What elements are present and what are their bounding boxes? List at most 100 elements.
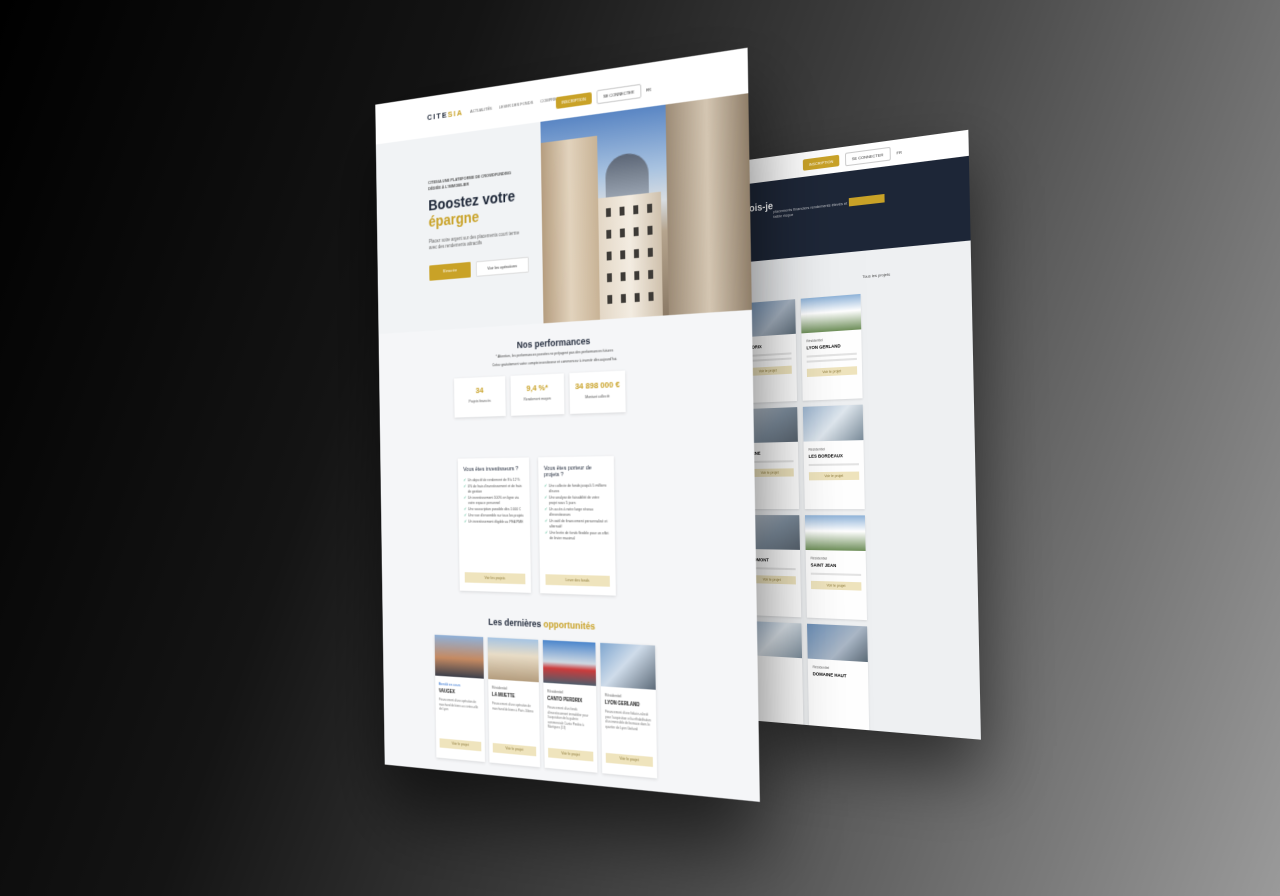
project-card[interactable]: Résidentiel DOMAINE HAUT	[807, 623, 870, 732]
view-project-button[interactable]: Voir le projet	[808, 471, 860, 481]
mockup-stage: INSCRIPTION SE CONNECTER FR dois-je plac…	[0, 0, 1280, 896]
list-item: ✓ Un objectif de rendement de 8 à 12 %	[463, 478, 524, 484]
project-image	[487, 637, 539, 683]
building-window	[647, 247, 653, 258]
back-login-button[interactable]: SE CONNECTER	[844, 146, 891, 166]
building-window	[633, 205, 639, 215]
building-window	[648, 291, 654, 302]
project-description: Financement d'une fiducie-sûreté pour l'…	[605, 709, 651, 731]
project-name: LES BORDEAUX	[808, 453, 843, 459]
back-project-grid: PERDRIX Voir le projet Résidentiel LYON GE…	[742, 270, 981, 740]
nav-link-lever-des-fonds[interactable]: LEVER DES FONDS	[499, 99, 533, 109]
building-window	[647, 225, 653, 235]
project-image	[807, 623, 868, 663]
list-item-text: Un investissement 100% en ligne via votr…	[467, 495, 519, 506]
language-selector[interactable]: FR	[646, 87, 651, 93]
hero-buttons: S'inscrire Voir les opérations	[429, 255, 542, 281]
nav-link-actualites[interactable]: ACTUALITÉS	[470, 105, 492, 113]
back-page-screenshot: INSCRIPTION SE CONNECTER FR dois-je plac…	[742, 129, 981, 740]
front-page-screenshot: CITESIA ACTUALITÉS LEVER DES FONDS COMPR…	[375, 47, 760, 802]
stat-value: 34	[475, 385, 484, 396]
stat-label: Projets financés	[468, 398, 491, 404]
list-item-text: Un objectif de rendement de 8 à 12 %	[467, 477, 520, 483]
check-icon: ✓	[544, 483, 547, 489]
check-icon: ✓	[463, 519, 467, 524]
building-left	[540, 135, 600, 324]
building-window	[620, 272, 626, 282]
building-window	[633, 227, 639, 237]
project-card[interactable]: Résidentiel LYON GERLAND Voir le projet	[800, 293, 863, 401]
check-icon: ✓	[463, 513, 467, 518]
back-register-button[interactable]: INSCRIPTION	[802, 154, 840, 171]
building-window	[647, 203, 653, 213]
view-project-button[interactable]: Voir le projet	[439, 738, 482, 752]
hero-title: Boostez votre épargne	[428, 185, 542, 231]
opportunity-card[interactable]: Résidentiel LA MUETTE Financement d'une op…	[487, 637, 541, 768]
list-item-text: Un investissement éligible au PEA PME	[468, 519, 524, 525]
check-icon: ✓	[544, 507, 548, 512]
project-image	[542, 640, 597, 686]
building-dome	[605, 151, 649, 200]
view-project-button[interactable]: Voir le projet	[810, 580, 862, 591]
view-project-button[interactable]: Voir le projet	[605, 752, 653, 767]
text-line	[810, 572, 862, 576]
check-icon: ✓	[544, 518, 548, 524]
project-image	[600, 642, 656, 690]
nav-actions: INSCRIPTION SE CONNECTER FR	[555, 82, 651, 110]
building-center	[598, 191, 663, 320]
list-item: ✓ Un outil de financement personnalisé et…	[545, 519, 609, 530]
project-card[interactable]: Résidentiel SAINT JEAN Voir le projet	[804, 515, 867, 621]
investors-box: Vous êtes investisseurs ? ✓ Un objectif d…	[457, 457, 532, 593]
stat-label: Montant collecté	[585, 394, 610, 400]
list-item-text: Un accès à notre large réseau d'investis…	[548, 507, 594, 517]
see-operations-button[interactable]: Voir les opérations	[475, 256, 529, 277]
login-button[interactable]: SE CONNECTER	[596, 83, 642, 105]
signup-button[interactable]: S'inscrire	[429, 261, 471, 281]
register-button[interactable]: INSCRIPTION	[555, 92, 592, 110]
building-window	[607, 294, 613, 304]
building-window	[619, 206, 625, 216]
building-window	[620, 250, 626, 260]
stat-label: Rendement moyen	[523, 396, 551, 402]
list-item: ✓ Une vue d'ensemble sur tous les projets	[464, 513, 525, 518]
opportunity-card[interactable]: Bientôt en cours VAUGEX Financement d'une …	[434, 634, 486, 763]
list-item: ✓ Une analyse de faisabilité de votre pro…	[544, 495, 608, 506]
hero-building-photo	[540, 93, 752, 324]
building-window	[620, 293, 626, 304]
stat-card: 9,4 %* Rendement moyen	[510, 373, 565, 416]
opportunity-card[interactable]: Résidentiel LYON GERLAND Financement d'une…	[600, 642, 658, 779]
building-window	[634, 270, 640, 281]
latest-title-main: Les dernières	[488, 616, 542, 630]
building-window	[633, 248, 640, 259]
back-hero-button[interactable]	[849, 193, 885, 207]
back-lang-selector[interactable]: FR	[896, 149, 902, 155]
stat-card: 34 898 000 € Montant collecté	[569, 370, 626, 414]
opportunity-card[interactable]: Résidentiel CANTO PERDRIX Financement d'un…	[542, 640, 598, 773]
raise-funds-button[interactable]: Lever des fonds	[545, 574, 610, 587]
view-project-button[interactable]: Voir le projet	[806, 366, 858, 378]
list-item-text: 0% de frais d'investissement et de frais…	[467, 483, 522, 494]
hero-subtitle: Placez votre argent sur des placements c…	[428, 230, 520, 251]
list-item: ✓ Une levée de fonds flexible pour un eff…	[545, 531, 609, 543]
view-project-button[interactable]: Voir le projet	[492, 742, 537, 757]
stat-card: 34 Projets financés	[454, 376, 506, 418]
hero-text: CITESIA UNE PLATEFORME DE CROWDFUNDING D…	[376, 122, 544, 334]
building-window	[606, 251, 612, 261]
opportunity-cards: Bientôt en cours VAUGEX Financement d'une …	[434, 634, 760, 788]
investors-list: ✓ Un objectif de rendement de 8 à 12 % ✓ 0…	[463, 478, 524, 525]
list-item: ✓ Une collecte de fonds jusqu'à 5 million…	[544, 483, 608, 494]
stat-value: 9,4 %*	[526, 382, 549, 394]
list-item: ✓ Un accès à notre large réseau d'investi…	[544, 507, 608, 518]
stats-row: 34 Projets financés 9,4 %* Rendement moyen…	[379, 365, 753, 420]
project-category: Résidentiel	[810, 556, 828, 561]
back-hero-desc: placements financiers rendements élevés …	[773, 200, 848, 220]
project-image	[800, 293, 862, 334]
project-owners-box: Vous êtes porteur de projets ? ✓ Une coll…	[538, 456, 616, 596]
see-projects-button[interactable]: Voir les projets	[464, 572, 526, 585]
citesia-logo[interactable]: CITESIA	[427, 107, 463, 121]
project-card[interactable]: Résidentiel LES BORDEAUX Voir le projet	[802, 404, 865, 510]
text-line	[806, 352, 857, 358]
latest-title: Les dernières opportunités	[383, 612, 720, 637]
view-project-button[interactable]: Voir le projet	[548, 747, 594, 762]
logo-text-accent: SIA	[447, 107, 464, 119]
